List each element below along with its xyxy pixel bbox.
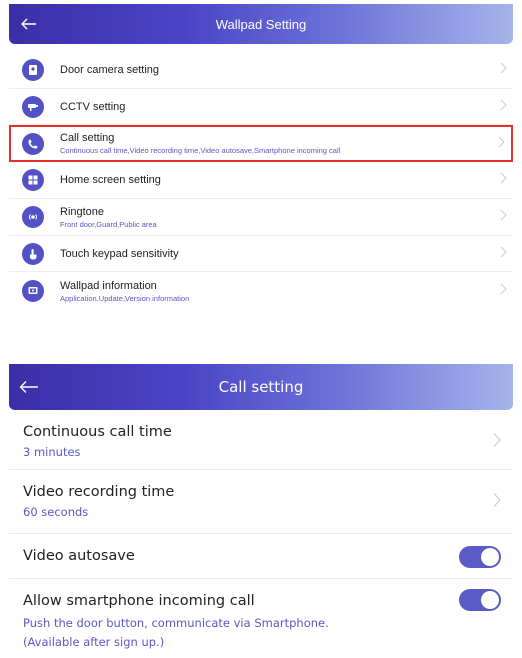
row-label: Continuous call time xyxy=(23,424,172,440)
item-label: Ringtone xyxy=(60,205,105,218)
list-item-home-screen[interactable]: Home screen setting xyxy=(9,162,513,199)
chevron-right-icon xyxy=(493,492,501,511)
item-sublabel: Application,Update,Version information xyxy=(60,293,190,303)
row-note: Push the door button, communicate via Sm… xyxy=(23,616,329,630)
item-sublabel: Continuous call time,Video recording tim… xyxy=(60,146,341,155)
list-item-touch-keypad[interactable]: Touch keypad sensitivity xyxy=(9,236,513,272)
setting-row-video-recording-time[interactable]: Video recording time 60 seconds xyxy=(9,470,513,534)
chevron-right-icon xyxy=(498,135,505,153)
ringtone-icon xyxy=(22,206,44,228)
device-info-icon xyxy=(22,280,44,302)
chevron-right-icon xyxy=(500,282,507,300)
list-item-ringtone[interactable]: Ringtone Front door,Guard,Public area xyxy=(9,199,513,236)
call-settings-list: Continuous call time 3 minutes Video rec… xyxy=(9,414,513,658)
smartphone-call-toggle[interactable] xyxy=(459,589,501,611)
item-label: CCTV setting xyxy=(60,100,126,113)
touch-icon xyxy=(22,242,44,265)
chevron-right-icon xyxy=(500,98,507,116)
item-label: Home screen setting xyxy=(60,174,161,186)
row-value: 60 seconds xyxy=(23,505,89,519)
video-autosave-toggle[interactable] xyxy=(459,546,501,568)
setting-row-smartphone-incoming-call: Allow smartphone incoming call Push the … xyxy=(9,579,513,658)
wallpad-setting-header: Wallpad Setting xyxy=(9,4,513,44)
page-title: Call setting xyxy=(218,378,304,396)
row-note-secondary: (Available after sign up.) xyxy=(23,635,165,649)
chevron-right-icon xyxy=(500,171,507,189)
item-label: Call setting xyxy=(60,132,115,144)
list-item-call-setting[interactable]: Call setting Continuous call time,Video … xyxy=(9,125,513,162)
list-item-wallpad-info[interactable]: Wallpad information Application,Update,V… xyxy=(9,272,513,310)
list-item-door-camera[interactable]: Door camera setting xyxy=(9,52,513,89)
row-label: Video recording time xyxy=(23,484,175,500)
call-setting-header: Call setting xyxy=(9,364,513,410)
toggle-knob xyxy=(481,591,499,609)
chevron-right-icon xyxy=(500,208,507,226)
grid-icon xyxy=(22,169,44,191)
setting-row-video-autosave: Video autosave xyxy=(9,534,513,579)
item-sublabel: Front door,Guard,Public area xyxy=(60,219,157,229)
phone-icon xyxy=(22,132,44,155)
row-value: 3 minutes xyxy=(23,445,81,459)
item-label: Door camera setting xyxy=(60,64,160,76)
item-label: Touch keypad sensitivity xyxy=(60,247,179,260)
cctv-icon xyxy=(22,95,44,118)
door-camera-icon xyxy=(22,59,44,81)
toggle-knob xyxy=(481,548,499,566)
chevron-right-icon xyxy=(500,61,507,79)
setting-row-continuous-call-time[interactable]: Continuous call time 3 minutes xyxy=(9,414,513,470)
row-label: Allow smartphone incoming call xyxy=(23,593,255,609)
chevron-right-icon xyxy=(493,432,501,451)
page-title: Wallpad Setting xyxy=(215,16,307,32)
item-label: Wallpad information xyxy=(60,279,157,292)
row-label: Video autosave xyxy=(23,548,135,564)
list-item-cctv[interactable]: CCTV setting xyxy=(9,89,513,125)
chevron-right-icon xyxy=(500,245,507,263)
settings-list: Door camera setting CCTV setting Call se… xyxy=(9,52,513,310)
